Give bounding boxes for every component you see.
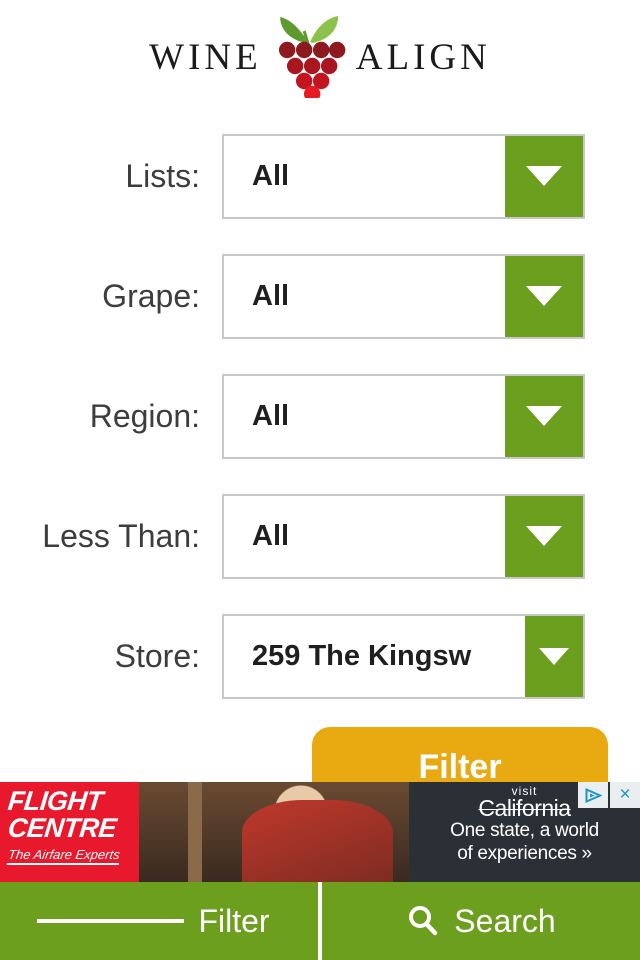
select-lists-value: All <box>252 159 290 192</box>
ad-brand-line1: FLIGHT <box>6 786 105 816</box>
close-icon[interactable]: × <box>610 782 640 808</box>
chevron-down-icon[interactable] <box>505 135 583 217</box>
select-less-than[interactable]: All <box>222 493 585 579</box>
filter-label-lists: Lists: <box>125 157 200 194</box>
nav-button-search-label: Search <box>454 902 556 939</box>
chevron-down-icon[interactable] <box>525 615 583 697</box>
select-grape[interactable]: All <box>222 253 585 339</box>
filter-label-less-than: Less Than: <box>42 517 200 554</box>
chevron-down-icon[interactable] <box>505 375 583 457</box>
filter-row-store: Store: 259 The Kingsw <box>0 596 640 716</box>
list-lines-icon <box>48 915 185 927</box>
ad-tagline: The Airfare Experts <box>6 847 121 865</box>
magnifier-icon <box>406 904 440 938</box>
nav-button-filter-label: Filter <box>198 902 270 939</box>
ad-headline-line1: One state, a world <box>450 820 599 841</box>
select-store[interactable]: 259 The Kingsw <box>222 613 585 699</box>
chevron-down-icon[interactable] <box>505 495 583 577</box>
ad-brand-block: FLIGHT CENTRE The Airfare Experts <box>0 782 139 882</box>
bottom-navigation-bar: Filter Search <box>0 882 640 960</box>
advertisement-banner[interactable]: FLIGHT CENTRE The Airfare Experts visit … <box>0 782 640 882</box>
ad-photo <box>139 782 409 882</box>
select-region-value: All <box>252 399 290 432</box>
filter-row-grape: Grape: All <box>0 236 640 356</box>
filter-label-region: Region: <box>89 397 200 434</box>
winealign-logo: WINE ALIGN <box>149 8 491 103</box>
ad-controls: × <box>576 782 640 808</box>
nav-button-filter[interactable]: Filter <box>0 882 318 960</box>
select-lists[interactable]: All <box>222 133 585 219</box>
select-region[interactable]: All <box>222 373 585 459</box>
nav-button-search[interactable]: Search <box>318 882 640 960</box>
ad-brand-line2: CENTRE <box>6 813 118 843</box>
logo-word-wine: WINE <box>149 37 262 78</box>
chevron-down-icon[interactable] <box>505 255 583 337</box>
ad-headline-line2: of experiences » <box>457 843 592 864</box>
logo-word-align: ALIGN <box>355 37 491 78</box>
app-logo-header: WINE ALIGN <box>0 0 640 110</box>
grape-cluster-icon <box>270 8 348 103</box>
select-store-value: 259 The Kingsw <box>252 639 472 672</box>
filter-row-lists: Lists: All <box>0 116 640 236</box>
filter-label-grape: Grape: <box>102 277 200 314</box>
select-grape-value: All <box>252 279 290 312</box>
filter-row-less-than: Less Than: All <box>0 476 640 596</box>
filter-label-store: Store: <box>114 637 200 674</box>
select-less-than-value: All <box>252 519 290 552</box>
adchoices-triangle-icon[interactable] <box>578 782 608 808</box>
filter-form: Lists: All Grape: All Region: All Less T… <box>0 110 640 716</box>
filter-row-region: Region: All <box>0 356 640 476</box>
